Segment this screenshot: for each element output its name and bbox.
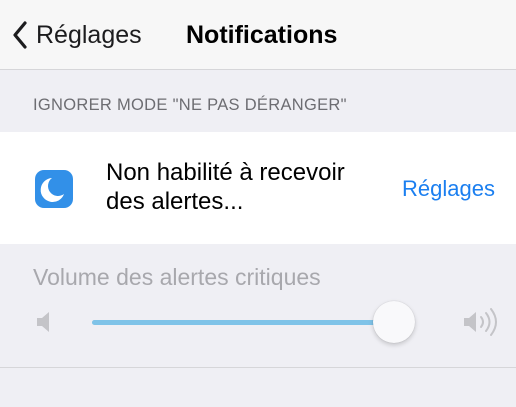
volume-slider-track[interactable]: [92, 320, 410, 325]
page-title: Notifications: [186, 20, 338, 49]
chevron-left-icon: [12, 21, 28, 49]
moon-icon: [35, 170, 73, 208]
speaker-high-icon: [463, 308, 501, 341]
volume-slider-thumb[interactable]: [373, 301, 416, 343]
speaker-low-icon: [36, 310, 52, 339]
cell-message: Non habilité à recevoir des alertes...: [106, 159, 345, 215]
critical-alerts-cell: Non habilité à recevoir des alertes... R…: [0, 132, 516, 244]
volume-label: Volume des alertes critiques: [33, 264, 321, 290]
back-button-label: Réglages: [36, 20, 142, 49]
back-button[interactable]: Réglages: [12, 0, 142, 70]
volume-slider-fill: [92, 320, 395, 325]
settings-link[interactable]: Réglages: [402, 176, 495, 202]
navigation-bar: Réglages Notifications: [0, 0, 516, 70]
section-header: IGNORER MODE "NE PAS DÉRANGER": [33, 96, 347, 114]
volume-section: Volume des alertes critiques: [0, 244, 516, 368]
